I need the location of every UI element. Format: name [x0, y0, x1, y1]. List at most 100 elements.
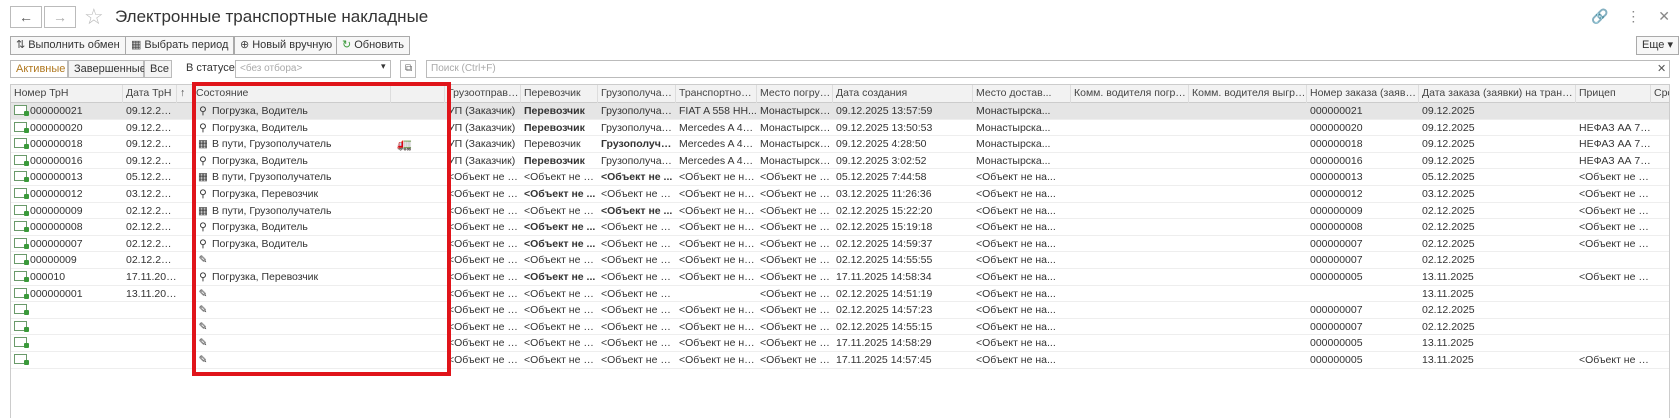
waybill-number-text: 000000007	[30, 237, 83, 250]
table-cell: <Объект не на...	[976, 204, 1056, 217]
table-cell: <Объект не на...	[976, 188, 1056, 200]
table-cell: 17.11.2025	[126, 271, 177, 283]
table-cell: <Объект не на...	[601, 354, 676, 366]
table-cell: Монастырска...	[976, 138, 1051, 151]
table-cell: 02.12.2025 14:57:23	[836, 304, 933, 317]
table-cell: Mercedes A 44...	[679, 154, 757, 167]
table-cell: <Объект не на...	[976, 337, 1056, 350]
table-cell: Перевозчик	[524, 121, 585, 134]
table-cell: 09.12.2025	[1422, 154, 1475, 167]
table-cell: 02.12.2025	[1422, 237, 1475, 250]
column-header[interactable]: Дата ТрН	[123, 85, 177, 103]
back-button[interactable]: ←	[10, 6, 42, 28]
table-cell: <Объект не на...	[601, 320, 676, 333]
refresh-button[interactable]: ↻ Обновить	[336, 36, 411, 55]
table-cell: <Объект не на...	[448, 320, 521, 333]
table-cell: 13.11.2025	[126, 287, 177, 300]
table-cell: 05.12.2025	[1422, 171, 1475, 184]
table-cell: <Объект не на...	[448, 221, 521, 234]
column-header[interactable]: Место погруз...	[757, 85, 833, 103]
table-cell: 02.12.2025	[126, 204, 177, 217]
table-cell: 09.12.2025	[1422, 121, 1475, 134]
table-cell: Монастырска...	[760, 154, 833, 167]
more-button[interactable]: Еще ▾	[1636, 36, 1679, 55]
table-cell: FIAT A 558 HH...	[679, 105, 757, 117]
table-cell: <Объект не на...	[679, 304, 757, 317]
document-icon	[14, 154, 29, 166]
table-cell: НЕФАЗ АА 78...	[1579, 154, 1651, 167]
table-cell: 02.12.2025 14:51:19	[836, 287, 933, 300]
column-header[interactable]: Номер заказа (заявки)	[1307, 85, 1419, 103]
column-header[interactable]: Грузоотправит...	[445, 85, 521, 103]
table-cell: <Объект не на...	[601, 254, 676, 267]
search-input[interactable]: Поиск (Ctrl+F)	[426, 60, 1670, 78]
status-select[interactable]: <без отбора>	[235, 60, 391, 78]
table-cell: <Объект не на...	[601, 188, 676, 200]
close-icon[interactable]: ✕	[1658, 8, 1670, 24]
table-cell: <Объект не на...	[760, 188, 833, 200]
document-icon	[14, 237, 29, 249]
table-cell: 13.11.2025	[1422, 354, 1474, 366]
table-cell: 03.12.2025 11:26:36	[836, 188, 932, 200]
waybill-number: 000000021	[11, 103, 123, 119]
table-cell: УП (Заказчик)	[448, 105, 516, 117]
status-label: В статусе:	[186, 62, 238, 74]
table-cell: 13.11.2025	[1422, 287, 1474, 300]
chevron-down-icon[interactable]: ▾	[381, 61, 386, 72]
table-cell: <Объект не на...	[976, 237, 1056, 250]
column-header[interactable]: Прицеп	[1576, 85, 1651, 103]
table-cell: Монастырска...	[760, 121, 833, 134]
column-header[interactable]: Комм. водителя выгру...	[1189, 85, 1307, 103]
table-cell: 02.12.2025	[126, 254, 177, 267]
table-cell	[123, 335, 177, 351]
tab-all[interactable]: Все	[144, 60, 172, 78]
table-cell: <Объект не на...	[760, 354, 833, 366]
waybill-number	[11, 302, 123, 318]
table-cell: 000000007	[1310, 320, 1363, 333]
column-header[interactable]: Перевозчик	[521, 85, 598, 103]
table-cell: 02.12.2025	[1422, 221, 1475, 234]
tab-completed[interactable]: Завершенные	[68, 60, 146, 78]
favorite-star-icon[interactable]: ☆	[84, 4, 104, 30]
column-header[interactable]: Дата заказа (заявки) на транспорт	[1419, 85, 1576, 103]
column-header[interactable]: Комм. водителя погруз...	[1071, 85, 1189, 103]
column-header[interactable]: Транспортное ...	[676, 85, 757, 103]
waybill-number: 00000009	[11, 252, 123, 268]
new-manual-button[interactable]: ⊕ Новый вручную	[234, 36, 339, 55]
table-cell: 000000021	[1310, 105, 1363, 117]
table-cell: <Объект не н...	[1579, 188, 1651, 200]
table-cell: <Объект не на...	[760, 287, 833, 300]
clear-search-icon[interactable]: ✕	[1657, 62, 1666, 75]
column-header[interactable]: Место достав...	[973, 85, 1071, 103]
link-icon[interactable]: 🔗	[1591, 8, 1608, 24]
table-cell: 09.12.2025 4:28:50	[836, 138, 927, 151]
open-icon[interactable]: ⧉	[400, 60, 416, 78]
table-cell: 000000018	[1310, 138, 1363, 151]
waybill-number	[11, 335, 123, 351]
column-header[interactable]: ↑	[177, 85, 193, 103]
table-cell: 000000020	[1310, 121, 1363, 134]
table-cell: <Объект не н...	[1579, 271, 1651, 283]
column-header[interactable]: Дата создания	[833, 85, 973, 103]
table-cell: 000000007	[1310, 254, 1363, 267]
column-header[interactable]: Срок достав	[1651, 85, 1669, 103]
column-header[interactable]: Грузополучате...	[598, 85, 676, 103]
table-cell: <Объект не на...	[679, 320, 757, 333]
waybill-number: 000000001	[11, 286, 123, 302]
table-cell	[1576, 319, 1651, 335]
column-header[interactable]: Номер ТрН	[11, 85, 123, 103]
table-cell: 02.12.2025	[1422, 304, 1475, 317]
table-cell: Грузополучат...	[601, 138, 676, 151]
tab-active[interactable]: Активные	[10, 60, 68, 78]
waybill-number-text: 00000009	[30, 254, 77, 267]
document-icon	[14, 320, 29, 332]
exchange-button[interactable]: ⇅ Выполнить обмен	[10, 36, 126, 55]
select-period-button[interactable]: ▦ Выбрать период	[125, 36, 235, 55]
table-cell: 09.12.2025	[1422, 138, 1475, 151]
document-icon	[14, 221, 29, 233]
more-menu-icon[interactable]: ⋮	[1626, 8, 1640, 24]
waybill-number-text: 000000016	[30, 154, 83, 167]
forward-button[interactable]: →	[44, 6, 76, 28]
table-cell: 02.12.2025	[1422, 254, 1475, 267]
table-cell: 05.12.2025	[126, 171, 177, 184]
